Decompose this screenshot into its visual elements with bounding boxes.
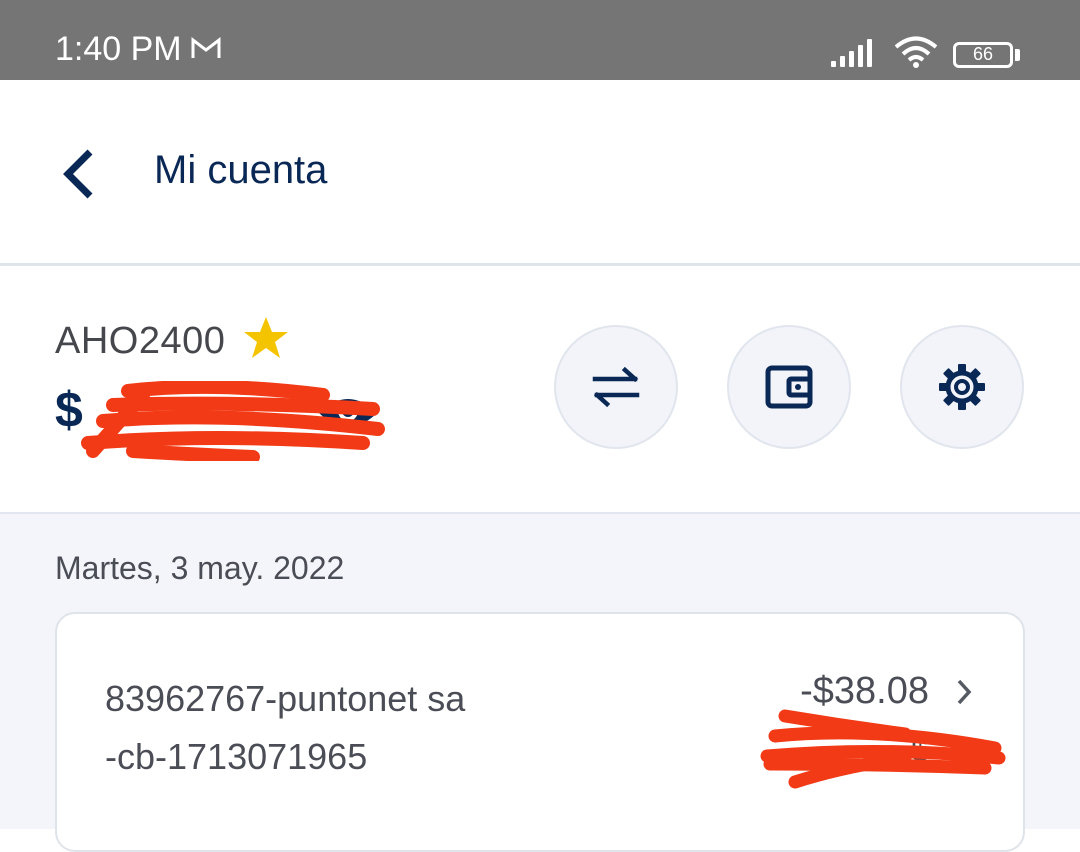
transaction-description: 83962767-puntonet sa -cb-1713071965: [105, 670, 625, 786]
status-icons: 66: [831, 36, 1020, 73]
wifi-icon: [893, 36, 939, 73]
battery-icon: 66: [953, 41, 1020, 68]
transaction-card[interactable]: 83962767-puntonet sa -cb-1713071965 -$38…: [55, 612, 1025, 852]
redaction-mark: [760, 709, 1006, 789]
settings-button[interactable]: [900, 325, 1024, 449]
page-title: Mi cuenta: [154, 148, 328, 192]
gear-icon: [939, 364, 985, 410]
battery-level: 66: [953, 41, 1013, 68]
date-header: Martes, 3 may. 2022: [55, 550, 345, 586]
app-header: Mi cuenta: [0, 80, 1080, 266]
transactions-section: Martes, 3 may. 2022 83962767-puntonet sa…: [0, 514, 1080, 852]
wallet-icon: [765, 365, 813, 409]
status-time: 1:40 PM: [55, 30, 182, 68]
signal-icon: [831, 37, 879, 72]
battery-tip: [1015, 48, 1020, 61]
star-icon[interactable]: [243, 316, 289, 365]
status-bar: 1:40 PM 66: [0, 0, 1080, 80]
wallet-button[interactable]: [727, 325, 851, 449]
balance-row: $: [55, 381, 385, 461]
chevron-left-icon: [63, 149, 93, 199]
gmail-icon: [190, 36, 222, 65]
transfer-button[interactable]: [554, 325, 678, 449]
account-name: AHO2400: [55, 320, 226, 362]
redaction-mark: [81, 381, 385, 461]
back-button[interactable]: [56, 146, 104, 202]
transfer-arrows-icon: [592, 367, 640, 407]
transaction-desc-line2: -cb-1713071965: [105, 736, 368, 777]
transaction-desc-line1: 83962767-puntonet sa: [105, 678, 466, 719]
account-summary: AHO2400 $: [0, 266, 1080, 514]
